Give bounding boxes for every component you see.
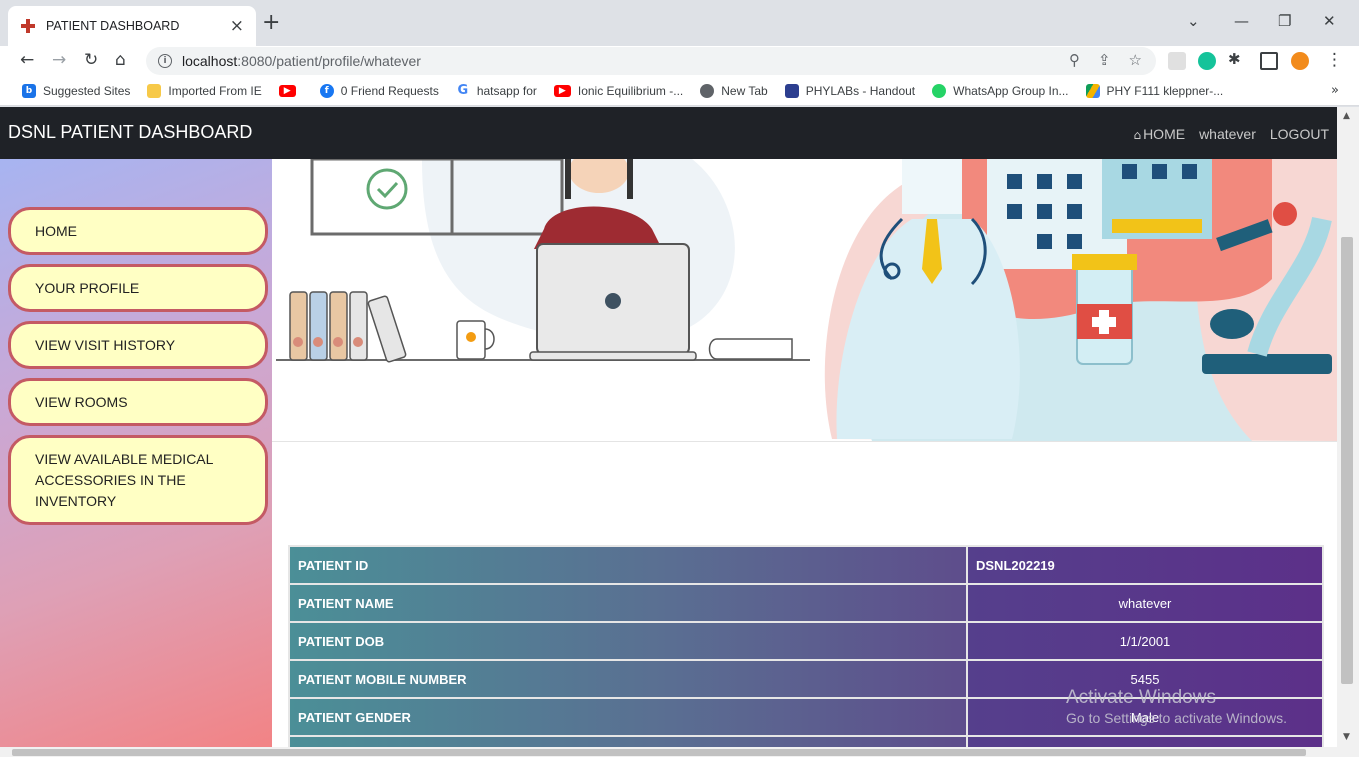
sidebar-item-profile[interactable]: YOUR PROFILE	[8, 264, 268, 312]
bookmark-item[interactable]: b Suggested Sites	[22, 83, 130, 98]
watermark-subtitle: Go to Settings to activate Windows.	[1066, 710, 1287, 726]
zoom-icon[interactable]: ⚲	[1069, 51, 1080, 69]
bookmark-item[interactable]: f0 Friend Requests	[319, 83, 439, 98]
scroll-up-icon[interactable]: ▲	[1343, 111, 1350, 121]
sidebar-item-medical-accessories[interactable]: VIEW AVAILABLE MEDICAL ACCESSORIES IN TH…	[8, 435, 268, 525]
bookmark-item[interactable]: PHY F111 kleppner-...	[1085, 83, 1223, 98]
facebook-icon: f	[319, 83, 334, 98]
grammarly-icon[interactable]	[1198, 52, 1216, 70]
brand-title[interactable]: DSNL PATIENT DASHBOARD	[8, 122, 252, 143]
drive-icon	[1085, 83, 1100, 98]
bookmarks-overflow-icon[interactable]: »	[1331, 83, 1339, 98]
row-label: PATIENT ID	[290, 547, 966, 583]
top-navbar: DSNL PATIENT DASHBOARD ⌂ HOME whatever LO…	[0, 107, 1337, 159]
watermark-title: Activate Windows	[1066, 687, 1216, 708]
home-icon[interactable]: ⌂	[115, 50, 126, 70]
whatsapp-icon	[932, 83, 947, 98]
extension-grid-icon[interactable]	[1168, 52, 1186, 70]
google-icon: G	[455, 83, 470, 98]
bookmark-item[interactable]: PHYLABs - Handout	[784, 83, 915, 98]
row-value: 1/1/2001	[968, 623, 1322, 659]
sidebar: HOME YOUR PROFILE VIEW VISIT HISTORY VIE…	[0, 159, 272, 757]
back-arrow-icon[interactable]: ←	[20, 50, 34, 70]
bookmark-item[interactable]: Ghatsapp for	[455, 83, 537, 98]
horizontal-scroll-thumb[interactable]	[12, 749, 1306, 756]
bookmark-item[interactable]: WhatsApp Group In...	[932, 83, 1069, 98]
puzzle-extensions-icon[interactable]: ✱	[1228, 50, 1241, 68]
share-icon[interactable]: ⇪	[1098, 51, 1111, 69]
bing-icon: b	[22, 83, 36, 98]
nav-user-link[interactable]: whatever	[1199, 126, 1256, 142]
bookmark-star-icon[interactable]: ☆	[1129, 51, 1142, 69]
bookmark-item[interactable]: Imported From IE	[147, 83, 262, 98]
horizontal-scrollbar[interactable]	[0, 747, 1337, 757]
scroll-down-icon[interactable]: ▼	[1343, 732, 1350, 742]
address-toolbar: ← → ↻ ⌂ i localhost:8080/patient/profile…	[0, 46, 1359, 76]
medical-illustration-icon	[276, 159, 1337, 441]
close-icon[interactable]: ×	[230, 16, 244, 36]
table-row: PATIENT NAME whatever	[290, 585, 1322, 621]
bookmark-item[interactable]: New Tab	[700, 83, 768, 98]
row-label: PATIENT DOB	[290, 623, 966, 659]
tab-title: PATIENT DASHBOARD	[46, 19, 180, 33]
row-label: PATIENT GENDER	[290, 699, 966, 735]
menu-icon[interactable]: ⋮	[1326, 50, 1343, 70]
phylab-icon	[784, 83, 799, 98]
row-label: PATIENT NAME	[290, 585, 966, 621]
sidebar-item-visit-history[interactable]: VIEW VISIT HISTORY	[8, 321, 268, 369]
browser-tab[interactable]: PATIENT DASHBOARD ×	[8, 6, 256, 46]
youtube-icon: ▶	[278, 84, 296, 97]
bookmark-item[interactable]: ▶ Ionic Equilibrium -...	[553, 84, 683, 98]
hero-illustration	[272, 159, 1337, 441]
youtube-icon: ▶	[553, 84, 571, 97]
minimize-icon[interactable]: —	[1234, 12, 1249, 30]
reload-icon[interactable]: ↻	[84, 50, 98, 70]
tab-search-icon[interactable]: ⌄	[1187, 12, 1200, 30]
folder-icon	[147, 83, 162, 98]
address-bar[interactable]: i localhost:8080/patient/profile/whateve…	[146, 47, 1156, 75]
hospital-cross-icon	[20, 18, 36, 34]
row-value: DSNL202219	[968, 547, 1322, 583]
home-icon: ⌂	[1133, 128, 1142, 142]
globe-icon	[700, 83, 715, 98]
browser-tab-bar: PATIENT DASHBOARD × + ⌄ — ❐ ✕	[0, 0, 1359, 46]
bookmarks-bar: b Suggested Sites Imported From IE ▶ f0 F…	[0, 76, 1359, 106]
info-icon[interactable]: i	[158, 54, 172, 68]
vertical-scrollbar[interactable]: ▲ ▼	[1337, 107, 1359, 757]
hero-divider	[272, 441, 1337, 442]
nav-logout-link[interactable]: LOGOUT	[1270, 126, 1329, 142]
table-row: PATIENT DOB 1/1/2001	[290, 623, 1322, 659]
sidebar-item-home[interactable]: HOME	[8, 207, 268, 255]
nav-home-link[interactable]: ⌂ HOME	[1133, 126, 1185, 142]
side-panel-icon[interactable]	[1260, 52, 1278, 70]
forward-arrow-icon[interactable]: →	[52, 50, 66, 70]
new-tab-button[interactable]: +	[262, 10, 280, 35]
windows-activation-watermark: Activate Windows Go to Settings to activ…	[1066, 687, 1287, 726]
table-row: PATIENT ID DSNL202219	[290, 547, 1322, 583]
row-value: whatever	[968, 585, 1322, 621]
bookmark-item[interactable]: ▶	[278, 84, 303, 97]
page-viewport: DSNL PATIENT DASHBOARD ⌂ HOME whatever LO…	[0, 107, 1359, 757]
restore-icon[interactable]: ❐	[1278, 12, 1291, 30]
profile-avatar[interactable]	[1291, 52, 1309, 70]
window-close-icon[interactable]: ✕	[1323, 12, 1336, 30]
row-label: PATIENT MOBILE NUMBER	[290, 661, 966, 697]
url-text: localhost:8080/patient/profile/whatever	[182, 53, 421, 69]
vertical-scroll-thumb[interactable]	[1341, 237, 1353, 684]
sidebar-item-rooms[interactable]: VIEW ROOMS	[8, 378, 268, 426]
